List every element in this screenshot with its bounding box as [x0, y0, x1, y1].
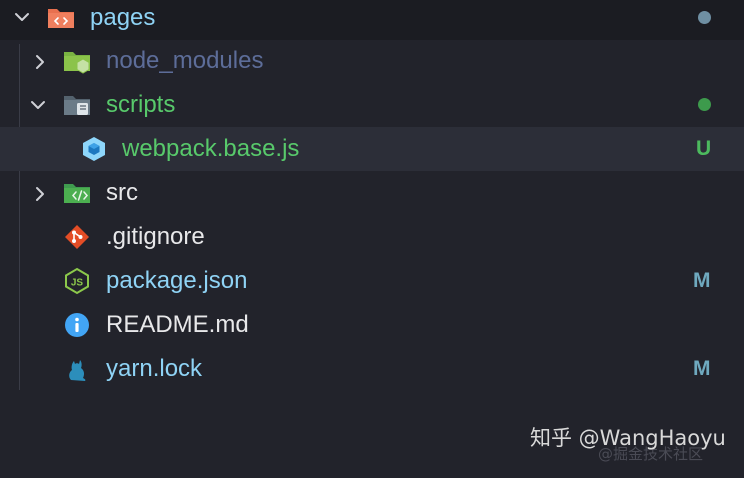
tree-label-pages: pages — [90, 4, 156, 31]
git-status-modified: M — [693, 269, 711, 292]
folder-src-code-icon — [62, 179, 92, 207]
watermark-text: 知乎 @WangHaoyu — [530, 426, 726, 450]
webpack-icon — [79, 135, 109, 163]
tree-label-scripts: scripts — [106, 91, 176, 118]
nodejs-icon: JS — [62, 267, 92, 295]
chevron-down-icon[interactable] — [14, 10, 29, 24]
tree-label-webpack-base-js: webpack.base.js — [122, 135, 300, 162]
git-icon — [62, 223, 92, 251]
yarn-cat-icon — [62, 355, 92, 383]
tree-item-src[interactable]: src — [0, 171, 744, 215]
status-dot — [698, 11, 711, 24]
folder-scripts-icon — [62, 91, 92, 119]
tree-label-gitignore: .gitignore — [106, 223, 205, 250]
tree-item-readme-md[interactable]: README.md — [0, 303, 744, 347]
tree-item-package-json[interactable]: JS package.json M — [0, 259, 744, 303]
tree-label-yarn-lock: yarn.lock — [106, 355, 203, 382]
info-icon — [62, 311, 92, 339]
tree-label-package-json: package.json — [106, 267, 248, 294]
tree-label-readme-md: README.md — [106, 311, 249, 338]
git-status-modified: M — [693, 357, 711, 380]
chevron-down-icon[interactable] — [30, 98, 45, 112]
tree-label-node-modules: node_modules — [106, 47, 264, 74]
folder-src-icon — [46, 4, 76, 32]
chevron-right-icon[interactable] — [34, 186, 48, 201]
tree-item-gitignore[interactable]: .gitignore — [0, 215, 744, 259]
svg-text:JS: JS — [71, 278, 84, 289]
folder-node-icon — [62, 47, 92, 75]
tree-item-node-modules[interactable]: node_modules — [0, 39, 744, 83]
tree-item-webpack-base-js[interactable]: webpack.base.js U — [0, 127, 744, 171]
status-dot — [698, 98, 711, 111]
tree-item-scripts[interactable]: scripts — [0, 83, 744, 127]
file-explorer: pages node_modules scripts webpack.base.… — [0, 0, 744, 478]
chevron-right-icon[interactable] — [34, 54, 48, 69]
tree-item-yarn-lock[interactable]: yarn.lock M — [0, 347, 744, 391]
tree-root-pages[interactable]: pages — [0, 0, 744, 40]
git-status-untracked: U — [696, 137, 712, 160]
tree-label-src: src — [106, 179, 138, 206]
